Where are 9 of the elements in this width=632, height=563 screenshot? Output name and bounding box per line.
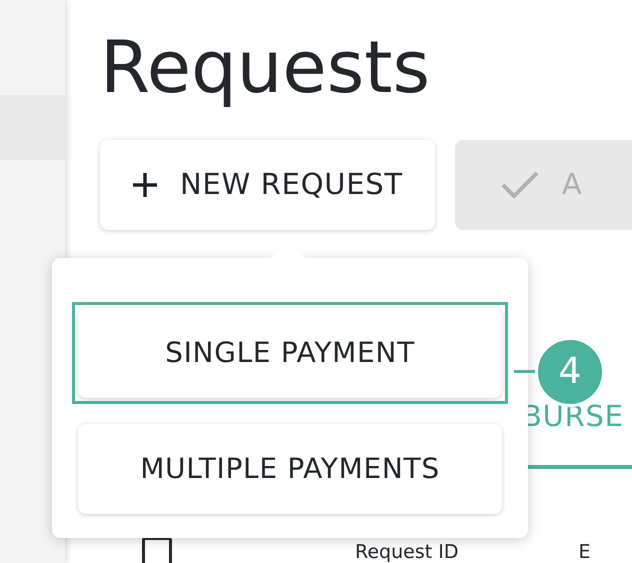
column-header: Request ID — [355, 542, 458, 562]
column-header: E — [578, 542, 590, 562]
new-request-button[interactable]: NEW REQUEST — [100, 140, 435, 230]
checkbox[interactable] — [142, 537, 172, 563]
plus-icon — [132, 172, 158, 198]
menu-item[interactable]: MULTIPLE PAYMENTS — [78, 424, 502, 514]
check-icon — [500, 170, 540, 200]
page-title: Requests — [100, 24, 430, 111]
menu-item[interactable]: SINGLE PAYMENT — [78, 308, 502, 398]
